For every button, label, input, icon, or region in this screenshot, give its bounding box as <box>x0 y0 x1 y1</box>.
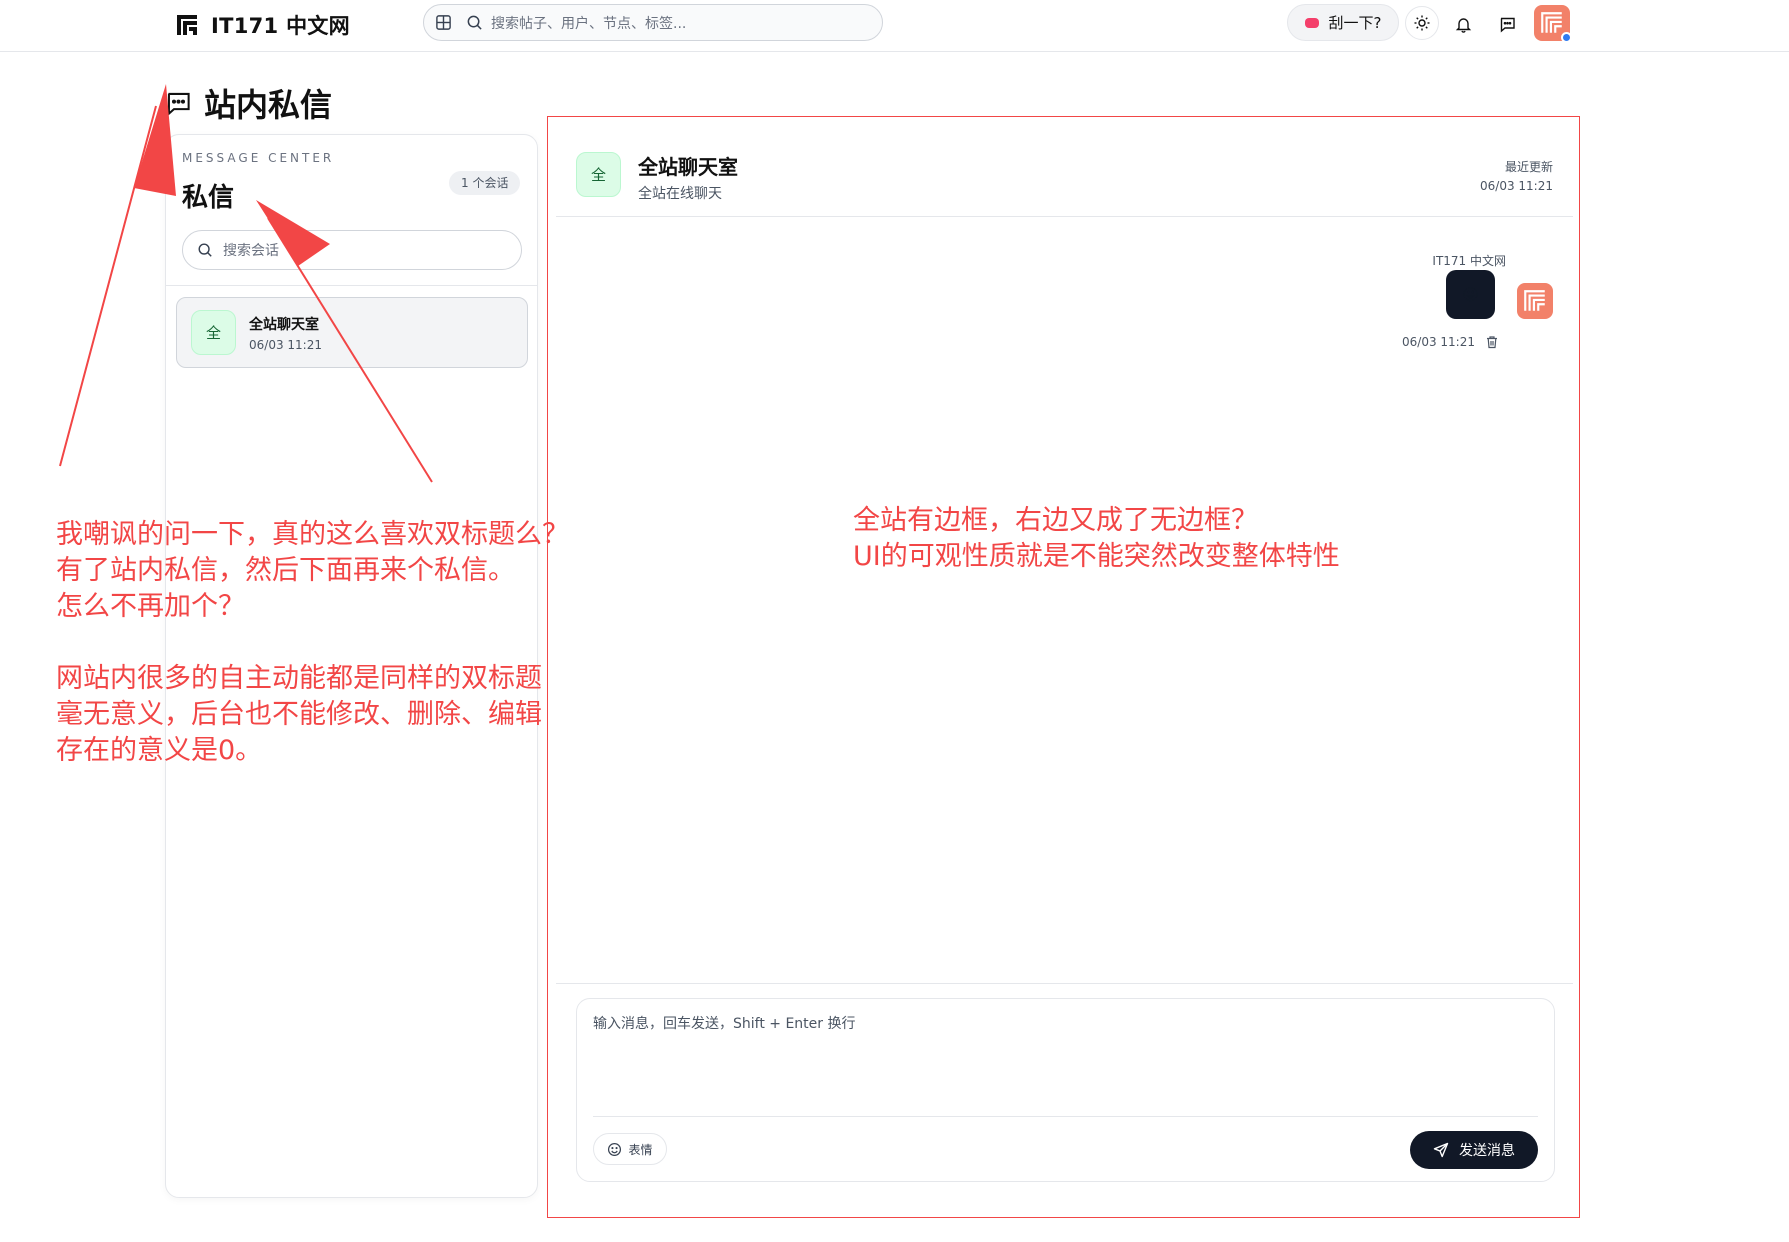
annotation-left-note: 我嘲讽的问一下，真的这么喜欢双标题么？ 有了站内私信，然后下面再来个私信。 怎么… <box>56 519 569 766</box>
avatar-logo-icon <box>1524 290 1545 311</box>
scratch-label: 刮一下? <box>1328 14 1382 32</box>
conversation-name: 全站聊天室 <box>249 317 319 333</box>
site-name: IT171 中文网 <box>211 14 350 38</box>
conversation-search-placeholder: 搜索会话 <box>223 243 279 259</box>
message-composer: 表情 发送消息 <box>576 998 1555 1182</box>
search-icon <box>198 243 212 257</box>
chat-header: 全 全站聊天室 全站在线聊天 最近更新 06/03 11:21 <box>556 117 1573 217</box>
last-updated-label: 最近更新 <box>1504 160 1553 174</box>
page-title: 站内私信 <box>204 86 333 124</box>
site-logo[interactable]: IT171 中文网 <box>175 10 350 40</box>
user-avatar[interactable] <box>1534 5 1572 43</box>
divider <box>166 285 537 286</box>
chat-bubble-icon <box>167 92 190 116</box>
search-placeholder: 搜索帖子、用户、节点、标签... <box>491 15 687 32</box>
conversation-avatar: 全 <box>191 310 236 355</box>
scratch-button[interactable]: 刮一下? <box>1287 4 1399 41</box>
online-status-dot <box>1561 32 1572 43</box>
avatar-logo-icon <box>1541 12 1562 33</box>
message-bubble: 😜 <box>1446 270 1495 319</box>
send-message-button[interactable]: 发送消息 <box>1410 1131 1538 1169</box>
sidebar-eyebrow: MESSAGE CENTER <box>182 151 335 165</box>
send-icon <box>1433 1142 1449 1158</box>
search-icon <box>467 15 482 30</box>
page-heading: 站内私信 <box>165 80 332 126</box>
divider <box>556 983 1573 984</box>
top-navbar: IT171 中文网 搜索帖子、用户、节点、标签... 刮一下? <box>0 0 1789 52</box>
annotation-right-note: 全站有边框，右边又成了无边框？ UI的可观性质就是不能突然改变整体特性 <box>853 505 1340 572</box>
theme-toggle-button[interactable] <box>1405 6 1439 40</box>
arrow-to-page-title <box>59 84 176 467</box>
conversation-search-input[interactable]: 搜索会话 <box>182 230 522 270</box>
message-avatar[interactable] <box>1517 283 1553 319</box>
chat-avatar: 全 <box>576 152 621 197</box>
message-sender: IT171 中文网 <box>1432 254 1506 268</box>
conversation-count-badge: 1 个会话 <box>449 171 521 195</box>
messages-button[interactable] <box>1491 8 1523 40</box>
emoji-button[interactable]: 表情 <box>593 1133 667 1165</box>
site-logo-icon <box>177 15 197 35</box>
sidebar-title: 私信 <box>182 183 235 213</box>
conversation-item[interactable]: 全 全站聊天室 06/03 11:21 <box>176 297 528 368</box>
message-time: 06/03 11:21 <box>1402 335 1475 349</box>
send-label: 发送消息 <box>1459 1143 1515 1159</box>
message-input[interactable] <box>593 1013 1538 1111</box>
emoji-label: 表情 <box>628 1142 653 1157</box>
smiley-icon <box>608 1142 622 1156</box>
chat-title: 全站聊天室 <box>638 155 738 179</box>
notifications-button[interactable] <box>1447 8 1479 40</box>
chat-bubble-icon <box>1500 17 1515 33</box>
chat-subtitle: 全站在线聊天 <box>638 186 722 202</box>
chat-panel: 全 全站聊天室 全站在线聊天 最近更新 06/03 11:21 IT171 中文… <box>547 116 1580 1218</box>
last-updated-time: 06/03 11:21 <box>1480 179 1553 193</box>
sun-icon <box>1414 15 1430 31</box>
divider <box>593 1116 1538 1117</box>
global-search[interactable]: 搜索帖子、用户、节点、标签... <box>423 4 883 41</box>
ticket-icon <box>1304 17 1319 28</box>
conversation-time: 06/03 11:21 <box>249 338 322 352</box>
trash-icon[interactable] <box>1485 335 1499 349</box>
grid-icon[interactable] <box>435 14 452 31</box>
bell-icon <box>1455 17 1471 33</box>
